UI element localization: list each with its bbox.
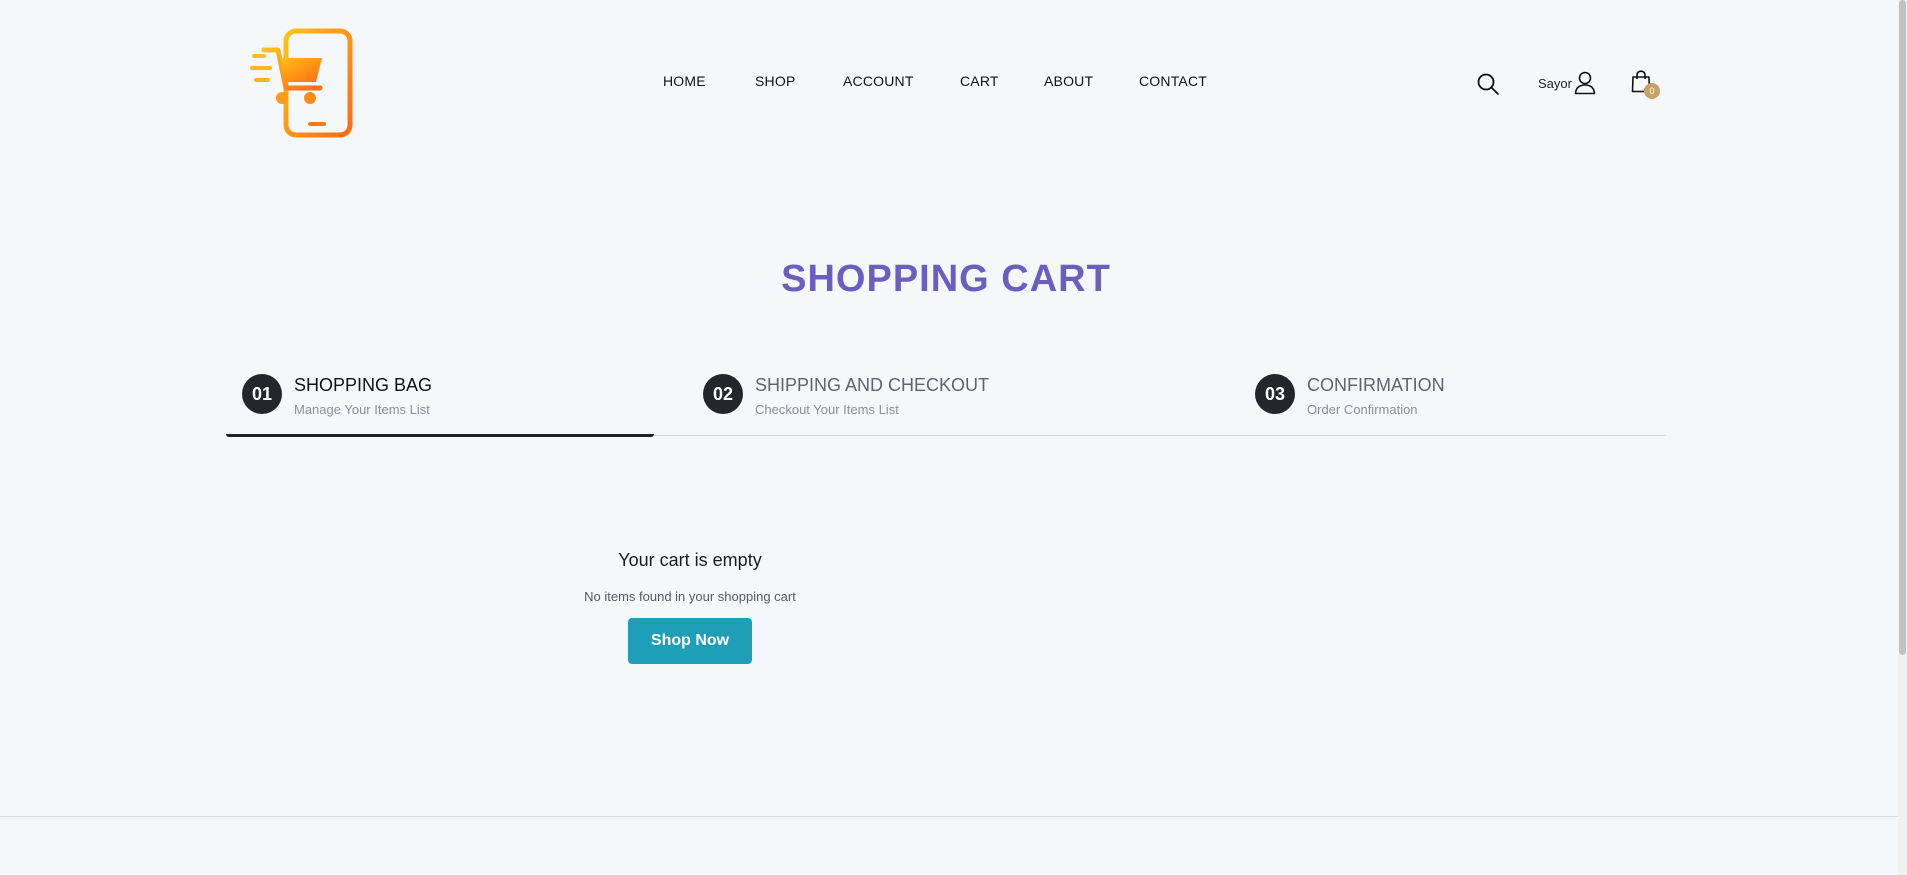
step-subtitle: Checkout Your Items List [755, 402, 899, 417]
shop-now-button[interactable]: Shop Now [628, 618, 752, 664]
nav-shop[interactable]: SHOP [755, 73, 795, 89]
nav-home[interactable]: HOME [663, 73, 706, 89]
checkout-steps: 01 SHOPPING BAG Manage Your Items List 0… [226, 365, 1666, 437]
step-title: SHIPPING AND CHECKOUT [755, 375, 990, 395]
empty-cart-message: No items found in your shopping cart [584, 589, 796, 604]
page-title: SHOPPING CART [781, 258, 1111, 300]
user-icon [1574, 71, 1596, 95]
nav-about[interactable]: ABOUT [1044, 73, 1093, 89]
nav-account[interactable]: ACCOUNT [843, 73, 914, 89]
step-shopping-bag[interactable]: 01 SHOPPING BAG Manage Your Items List [242, 374, 432, 424]
nav-cart[interactable]: CART [960, 73, 999, 89]
cart-count-badge: 0 [1644, 83, 1660, 99]
empty-cart: Your cart is empty No items found in you… [550, 548, 830, 664]
step-subtitle: Manage Your Items List [294, 402, 430, 417]
step-number: 02 [703, 374, 743, 414]
main-nav: HOME SHOP ACCOUNT CART ABOUT CONTACT [0, 73, 1907, 95]
nav-contact[interactable]: CONTACT [1139, 73, 1207, 89]
step-subtitle: Order Confirmation [1307, 402, 1418, 417]
step-number: 03 [1255, 374, 1295, 414]
step-title: CONFIRMATION [1307, 375, 1445, 395]
page: HOME SHOP ACCOUNT CART ABOUT CONTACT Say… [0, 0, 1907, 875]
active-step-indicator [226, 434, 654, 437]
step-number: 01 [242, 374, 282, 414]
account-name: Sayor [1538, 75, 1572, 91]
account-link[interactable]: Sayor [1538, 70, 1596, 96]
scrollbar-thumb[interactable] [1899, 0, 1906, 655]
step-title: SHOPPING BAG [294, 375, 433, 395]
search-icon[interactable] [1476, 72, 1500, 96]
cart-button[interactable]: 0 [1630, 70, 1664, 102]
footer-divider [0, 816, 1898, 817]
step-shipping-checkout[interactable]: 02 SHIPPING AND CHECKOUT Checkout Your I… [703, 374, 989, 424]
empty-cart-title: Your cart is empty [618, 550, 762, 570]
step-confirmation[interactable]: 03 CONFIRMATION Order Confirmation [1255, 374, 1445, 424]
page-scrollbar[interactable] [1898, 0, 1907, 875]
